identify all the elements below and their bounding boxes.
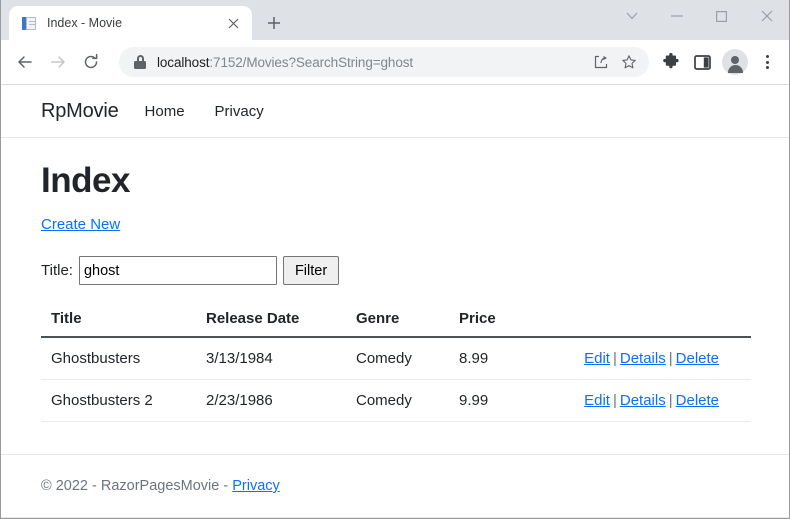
action-separator: | bbox=[612, 392, 617, 409]
cell-genre: Comedy bbox=[356, 379, 459, 422]
maximize-button[interactable] bbox=[699, 0, 744, 32]
table-row: Ghostbusters 3/13/1984 Comedy 8.99 Edit |… bbox=[41, 337, 751, 380]
page-title: Index bbox=[41, 161, 130, 200]
url-host: localhost bbox=[157, 54, 210, 70]
delete-link[interactable]: Delete bbox=[676, 350, 719, 367]
star-icon[interactable] bbox=[615, 48, 643, 76]
footer-privacy-link[interactable]: Privacy bbox=[232, 478, 280, 494]
nav-link-privacy[interactable]: Privacy bbox=[211, 101, 268, 122]
share-icon[interactable] bbox=[587, 48, 615, 76]
details-link[interactable]: Details bbox=[620, 350, 666, 367]
lock-icon bbox=[133, 55, 147, 69]
column-header-actions bbox=[544, 310, 751, 338]
document-page-icon bbox=[21, 15, 38, 32]
page-footer: © 2022 - RazorPagesMovie - Privacy bbox=[1, 454, 789, 517]
action-separator: | bbox=[668, 392, 673, 409]
new-tab-button[interactable] bbox=[260, 9, 288, 37]
browser-tab[interactable]: Index - Movie bbox=[9, 6, 252, 40]
site-brand[interactable]: RpMovie bbox=[41, 100, 119, 123]
url-text: localhost:7152/Movies?SearchString=ghost bbox=[157, 55, 587, 70]
browser-toolbar: localhost:7152/Movies?SearchString=ghost bbox=[1, 40, 789, 85]
table-body: Ghostbusters 3/13/1984 Comedy 8.99 Edit |… bbox=[41, 337, 751, 422]
details-link[interactable]: Details bbox=[620, 392, 666, 409]
cell-actions: Edit | Details | Delete bbox=[544, 337, 751, 380]
page-viewport: RpMovie Home Privacy Index Create New Ti… bbox=[1, 85, 789, 517]
delete-link[interactable]: Delete bbox=[676, 392, 719, 409]
side-panel-icon[interactable] bbox=[687, 46, 717, 78]
cell-price: 9.99 bbox=[459, 379, 544, 422]
edit-link[interactable]: Edit bbox=[584, 350, 610, 367]
search-input[interactable] bbox=[78, 256, 277, 285]
footer-copyright: © 2022 - RazorPagesMovie - bbox=[41, 478, 233, 494]
three-dot-menu-icon[interactable] bbox=[753, 46, 781, 78]
arrow-left-icon[interactable] bbox=[9, 46, 41, 78]
browser-window: Index - Movie localhost:7152/Movies?Sear… bbox=[0, 0, 790, 519]
footer-text: © 2022 - RazorPagesMovie - Privacy bbox=[41, 478, 280, 494]
column-header-price: Price bbox=[459, 310, 544, 338]
cell-title: Ghostbusters bbox=[41, 337, 206, 380]
filter-button[interactable]: Filter bbox=[282, 256, 340, 285]
edit-link[interactable]: Edit bbox=[584, 392, 610, 409]
tab-strip: Index - Movie bbox=[1, 0, 789, 40]
create-new-link[interactable]: Create New bbox=[41, 216, 120, 233]
movies-table: Title Release Date Genre Price Ghostbust… bbox=[41, 310, 751, 422]
filter-label: Title: bbox=[41, 262, 73, 279]
cell-actions: Edit | Details | Delete bbox=[544, 379, 751, 422]
minimize-button[interactable] bbox=[654, 0, 699, 32]
window-controls bbox=[609, 0, 789, 32]
action-separator: | bbox=[612, 350, 617, 367]
cell-title: Ghostbusters 2 bbox=[41, 379, 206, 422]
address-bar[interactable]: localhost:7152/Movies?SearchString=ghost bbox=[119, 47, 649, 77]
arrow-right-icon bbox=[42, 46, 74, 78]
tab-title: Index - Movie bbox=[47, 16, 123, 30]
nav-link-home[interactable]: Home bbox=[141, 101, 189, 122]
close-icon[interactable] bbox=[223, 13, 243, 33]
action-separator: | bbox=[668, 350, 673, 367]
column-header-genre: Genre bbox=[356, 310, 459, 338]
cell-release-date: 3/13/1984 bbox=[206, 337, 356, 380]
filter-form: Title: Filter bbox=[41, 256, 749, 285]
reload-icon[interactable] bbox=[75, 46, 107, 78]
puzzle-piece-icon[interactable] bbox=[656, 46, 686, 78]
table-head: Title Release Date Genre Price bbox=[41, 310, 751, 338]
avatar-icon[interactable] bbox=[722, 49, 748, 75]
site-navbar: RpMovie Home Privacy bbox=[1, 85, 789, 138]
table-row: Ghostbusters 2 2/23/1986 Comedy 9.99 Edi… bbox=[41, 379, 751, 422]
cell-release-date: 2/23/1986 bbox=[206, 379, 356, 422]
page-content: Index Create New Title: Filter Title Rel… bbox=[1, 160, 789, 422]
column-header-release-date: Release Date bbox=[206, 310, 356, 338]
table-header-row: Title Release Date Genre Price bbox=[41, 310, 751, 338]
omnibox-actions bbox=[587, 48, 643, 76]
column-header-title: Title bbox=[41, 310, 206, 338]
tab-search-button[interactable] bbox=[609, 0, 654, 32]
url-path: :7152/Movies?SearchString=ghost bbox=[209, 54, 414, 70]
create-new-row: Create New bbox=[41, 216, 749, 234]
close-button[interactable] bbox=[744, 0, 789, 32]
cell-genre: Comedy bbox=[356, 337, 459, 380]
cell-price: 8.99 bbox=[459, 337, 544, 380]
